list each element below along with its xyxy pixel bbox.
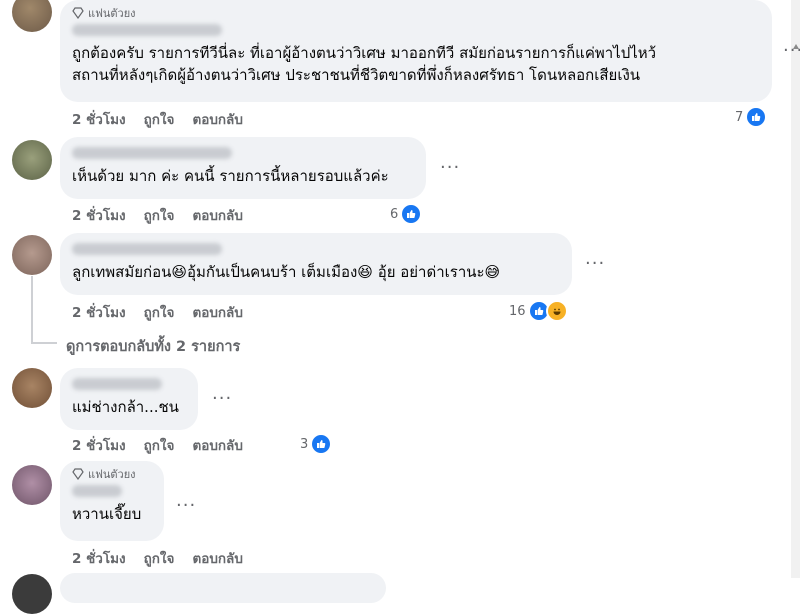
reply-button[interactable]: ตอบกลับ xyxy=(192,434,242,456)
thread-connector xyxy=(31,276,33,344)
avatar[interactable] xyxy=(12,574,52,614)
timestamp-link[interactable]: 2 ชั่วโมง xyxy=(72,301,126,323)
fan-badge-label: แฟนตัวยง xyxy=(88,7,136,20)
like-thumb-icon xyxy=(400,203,423,225)
comment-bubble: แฟนตัวยง ถูกต้องครับ รายการทีวีนี่ละ ที่… xyxy=(60,0,772,102)
fan-badge: แฟนตัวยง xyxy=(72,6,760,20)
more-options-button[interactable]: ··· xyxy=(212,388,232,409)
haha-emoji-icon xyxy=(545,300,568,322)
reply-button[interactable]: ตอบกลับ xyxy=(192,204,242,226)
view-more-replies-link[interactable]: ดูการตอบกลับทั้ง 2 รายการ xyxy=(66,335,240,358)
comment-actions: 2 ชั่วโมง ถูกใจ ตอบกลับ xyxy=(72,549,243,567)
comment-text: ถูกต้องครับ รายการทีวีนี่ละ ที่เอาผู้อ้า… xyxy=(72,44,657,62)
avatar[interactable] xyxy=(12,368,52,408)
like-button[interactable]: ถูกใจ xyxy=(144,108,175,130)
comment-bubble: แฟนตัวยง หวานเจี๊ยบ xyxy=(60,461,164,541)
diamond-icon xyxy=(72,7,84,19)
comment-bubble: แม่ช่างกล้า...ชน xyxy=(60,368,198,430)
avatar[interactable] xyxy=(12,235,52,275)
timestamp-link[interactable]: 2 ชั่วโมง xyxy=(72,547,126,569)
comment-actions: 2 ชั่วโมง ถูกใจ ตอบกลับ xyxy=(72,436,243,454)
comment-bubble: ลูกเทพสมัยก่อน😆อุ้มกันเป็นคนบร้า เต็มเมื… xyxy=(60,233,572,295)
avatar[interactable] xyxy=(12,140,52,180)
reply-button[interactable]: ตอบกลับ xyxy=(192,301,242,323)
avatar[interactable] xyxy=(12,0,52,32)
like-button[interactable]: ถูกใจ xyxy=(144,301,175,323)
comment-actions: 2 ชั่วโมง ถูกใจ ตอบกลับ xyxy=(72,206,243,224)
reply-button[interactable]: ตอบกลับ xyxy=(192,108,242,130)
comment-actions: 2 ชั่วโมง ถูกใจ ตอบกลับ xyxy=(72,110,243,128)
comment-text: หวานเจี๊ยบ xyxy=(72,505,142,523)
fan-badge-label: แฟนตัวยง xyxy=(88,468,136,481)
avatar[interactable] xyxy=(12,465,52,505)
like-thumb-icon xyxy=(310,433,333,455)
author-name[interactable] xyxy=(72,24,222,36)
author-name[interactable] xyxy=(72,147,232,159)
more-options-button[interactable]: ··· xyxy=(783,40,800,61)
fan-badge: แฟนตัวยง xyxy=(72,467,152,481)
reply-button[interactable]: ตอบกลับ xyxy=(192,547,242,569)
reaction-summary[interactable]: 16 xyxy=(509,300,568,322)
author-name[interactable] xyxy=(72,378,162,390)
comment-text: ลูกเทพสมัยก่อน😆อุ้มกันเป็นคนบร้า เต็มเมื… xyxy=(72,263,501,281)
more-options-button[interactable]: ··· xyxy=(585,253,605,274)
reaction-count: 3 xyxy=(300,436,309,452)
timestamp-link[interactable]: 2 ชั่วโมง xyxy=(72,434,126,456)
reaction-count: 7 xyxy=(735,109,744,125)
reaction-summary[interactable]: 3 xyxy=(300,433,333,455)
diamond-icon xyxy=(72,468,84,480)
reaction-summary[interactable]: 6 xyxy=(390,203,423,225)
reaction-count: 16 xyxy=(509,303,526,319)
timestamp-link[interactable]: 2 ชั่วโมง xyxy=(72,204,126,226)
author-name[interactable] xyxy=(72,243,222,255)
scrollbar[interactable] xyxy=(791,0,800,578)
more-options-button[interactable]: ··· xyxy=(440,157,460,178)
like-button[interactable]: ถูกใจ xyxy=(144,204,175,226)
comment-text: เห็นด้วย มาก ค่ะ คนนี้ รายการนี้หลายรอบแ… xyxy=(72,167,389,185)
author-name[interactable] xyxy=(72,485,122,497)
like-thumb-icon xyxy=(745,106,768,128)
reaction-count: 6 xyxy=(390,206,399,222)
comment-actions: 2 ชั่วโมง ถูกใจ ตอบกลับ xyxy=(72,303,243,321)
more-options-button[interactable]: ··· xyxy=(176,495,196,516)
comment-text: แม่ช่างกล้า...ชน xyxy=(72,398,179,416)
comment-bubble: เห็นด้วย มาก ค่ะ คนนี้ รายการนี้หลายรอบแ… xyxy=(60,137,426,199)
like-button[interactable]: ถูกใจ xyxy=(144,547,175,569)
like-button[interactable]: ถูกใจ xyxy=(144,434,175,456)
comment-text: สถานที่หลังๆเกิดผู้อ้างตนว่าวิเศษ ประชาช… xyxy=(72,66,641,84)
timestamp-link[interactable]: 2 ชั่วโมง xyxy=(72,108,126,130)
reaction-summary[interactable]: 7 xyxy=(735,106,768,128)
thread-connector xyxy=(31,342,57,344)
